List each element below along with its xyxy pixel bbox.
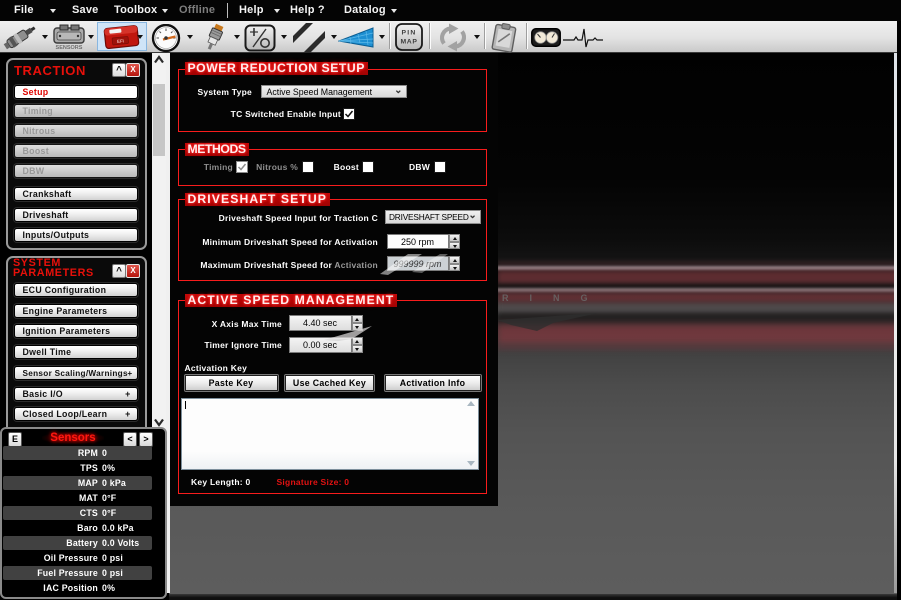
svg-text:PIN: PIN xyxy=(402,30,417,37)
svg-text:MAP: MAP xyxy=(401,39,418,46)
svg-text:EFI: EFI xyxy=(117,38,124,44)
svg-text:SENSORS: SENSORS xyxy=(56,45,83,50)
